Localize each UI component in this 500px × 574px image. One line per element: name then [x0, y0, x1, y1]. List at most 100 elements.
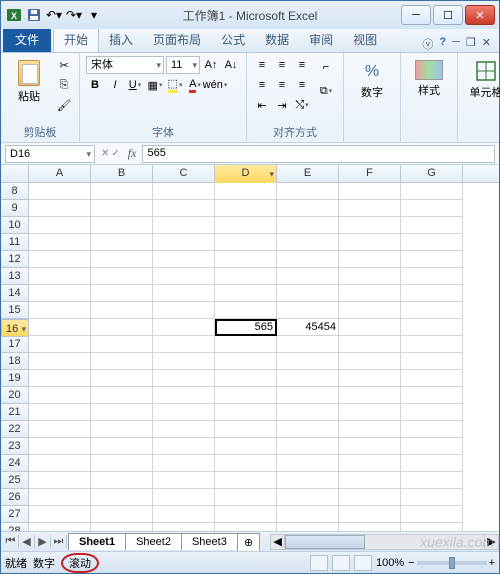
align-top-icon[interactable]: ≡ — [253, 56, 271, 74]
row-header[interactable]: 13 — [1, 268, 29, 285]
cell-E10[interactable] — [277, 217, 339, 234]
row-header[interactable]: 25 — [1, 472, 29, 489]
cell-D11[interactable] — [215, 234, 277, 251]
help-icon[interactable]: ? — [439, 36, 446, 52]
cell-A23[interactable] — [29, 438, 91, 455]
cell-E16[interactable]: 45454 — [277, 319, 339, 336]
cell-A12[interactable] — [29, 251, 91, 268]
row-header[interactable]: 22 — [1, 421, 29, 438]
cell-F22[interactable] — [339, 421, 401, 438]
merge-center-icon[interactable]: ⧉▾ — [315, 80, 337, 102]
col-header-A[interactable]: A — [29, 165, 91, 182]
row-header[interactable]: 17 — [1, 336, 29, 353]
cell-D28[interactable] — [215, 523, 277, 531]
cell-A25[interactable] — [29, 472, 91, 489]
cell-A16[interactable] — [29, 319, 91, 336]
cell-D10[interactable] — [215, 217, 277, 234]
cell-E27[interactable] — [277, 506, 339, 523]
doc-restore-icon[interactable]: ❐ — [466, 36, 476, 52]
underline-button[interactable]: U▾ — [126, 76, 144, 94]
cell-A15[interactable] — [29, 302, 91, 319]
cell-F17[interactable] — [339, 336, 401, 353]
cut-icon[interactable]: ✂ — [55, 56, 73, 74]
cell-G9[interactable] — [401, 200, 463, 217]
row-header[interactable]: 19 — [1, 370, 29, 387]
cell-D18[interactable] — [215, 353, 277, 370]
cell-G8[interactable] — [401, 183, 463, 200]
cell-F12[interactable] — [339, 251, 401, 268]
sheet-nav-prev-icon[interactable]: ◀ — [19, 535, 35, 548]
cell-G13[interactable] — [401, 268, 463, 285]
cell-F19[interactable] — [339, 370, 401, 387]
row-header[interactable]: 20 — [1, 387, 29, 404]
view-page-break-icon[interactable] — [354, 555, 372, 571]
row-header[interactable]: 11 — [1, 234, 29, 251]
cell-A19[interactable] — [29, 370, 91, 387]
cell-E9[interactable] — [277, 200, 339, 217]
copy-icon[interactable]: ⎘ — [55, 76, 73, 94]
cell-F23[interactable] — [339, 438, 401, 455]
name-box[interactable]: D16 — [5, 145, 95, 163]
zoom-out-icon[interactable]: − — [408, 557, 414, 569]
formula-input[interactable]: 565 — [142, 145, 495, 163]
paste-button[interactable]: 粘贴 — [7, 56, 51, 104]
cell-G21[interactable] — [401, 404, 463, 421]
cell-E18[interactable] — [277, 353, 339, 370]
cell-D27[interactable] — [215, 506, 277, 523]
align-bottom-icon[interactable]: ≡ — [293, 56, 311, 74]
cell-B21[interactable] — [91, 404, 153, 421]
cell-C25[interactable] — [153, 472, 215, 489]
undo-icon[interactable]: ↶▾ — [45, 6, 63, 24]
cell-E15[interactable] — [277, 302, 339, 319]
qat-dropdown-icon[interactable]: ▾ — [85, 6, 103, 24]
cell-E24[interactable] — [277, 455, 339, 472]
cell-B27[interactable] — [91, 506, 153, 523]
cell-B23[interactable] — [91, 438, 153, 455]
styles-button[interactable]: 样式 — [407, 56, 451, 98]
cell-E12[interactable] — [277, 251, 339, 268]
file-tab[interactable]: 文件 — [3, 27, 51, 52]
tab-view[interactable]: 视图 — [343, 27, 387, 52]
cell-F24[interactable] — [339, 455, 401, 472]
phonetic-button[interactable]: wén▾ — [206, 76, 224, 94]
align-left-icon[interactable]: ≡ — [253, 76, 271, 94]
cell-F28[interactable] — [339, 523, 401, 531]
cell-B14[interactable] — [91, 285, 153, 302]
doc-minimize-icon[interactable]: ─ — [452, 36, 460, 52]
cell-C12[interactable] — [153, 251, 215, 268]
cell-B16[interactable] — [91, 319, 153, 336]
align-right-icon[interactable]: ≡ — [293, 76, 311, 94]
row-header[interactable]: 8 — [1, 183, 29, 200]
cell-C14[interactable] — [153, 285, 215, 302]
cell-C26[interactable] — [153, 489, 215, 506]
cell-B8[interactable] — [91, 183, 153, 200]
save-icon[interactable] — [25, 6, 43, 24]
col-header-D[interactable]: D — [215, 165, 277, 183]
excel-app-icon[interactable]: X — [5, 6, 23, 24]
sheet-nav-first-icon[interactable]: ⏮ — [3, 535, 19, 548]
ribbon-minimize-icon[interactable]: ⓥ — [422, 36, 433, 52]
sheet-tab-2[interactable]: Sheet2 — [125, 533, 182, 550]
cell-F11[interactable] — [339, 234, 401, 251]
row-header[interactable]: 23 — [1, 438, 29, 455]
cell-A14[interactable] — [29, 285, 91, 302]
maximize-button[interactable]: ☐ — [433, 5, 463, 25]
cell-B19[interactable] — [91, 370, 153, 387]
row-header[interactable]: 16 — [1, 319, 29, 337]
tab-review[interactable]: 审阅 — [299, 27, 343, 52]
row-header[interactable]: 28 — [1, 523, 29, 531]
cell-G11[interactable] — [401, 234, 463, 251]
cell-F14[interactable] — [339, 285, 401, 302]
cell-A28[interactable] — [29, 523, 91, 531]
cell-C19[interactable] — [153, 370, 215, 387]
cell-C18[interactable] — [153, 353, 215, 370]
row-header[interactable]: 21 — [1, 404, 29, 421]
cell-A17[interactable] — [29, 336, 91, 353]
col-header-G[interactable]: G — [401, 165, 463, 182]
col-header-B[interactable]: B — [91, 165, 153, 182]
cell-F16[interactable] — [339, 319, 401, 336]
align-middle-icon[interactable]: ≡ — [273, 56, 291, 74]
cell-A22[interactable] — [29, 421, 91, 438]
cell-C27[interactable] — [153, 506, 215, 523]
cell-F8[interactable] — [339, 183, 401, 200]
